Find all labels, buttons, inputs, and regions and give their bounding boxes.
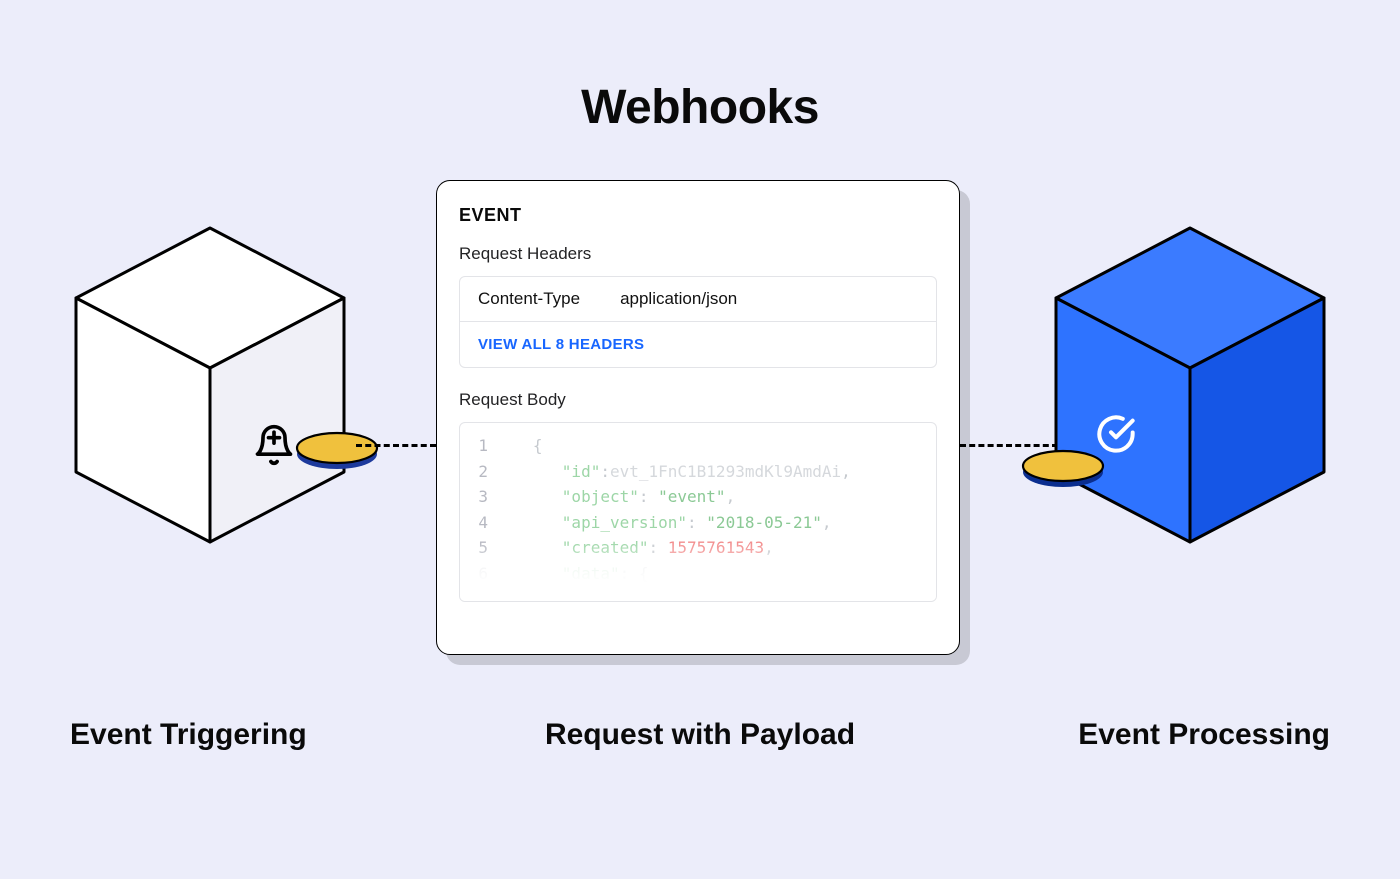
request-body-label: Request Body <box>459 390 937 410</box>
code-token: , <box>841 462 851 481</box>
code-token: "event" <box>658 487 725 506</box>
code-token: : <box>600 462 610 481</box>
request-body-code: 1 { 2 "id":evt_1FnC1B1293mdKl9AmdAi, 3 "… <box>459 422 937 602</box>
header-row: Content-Type application/json <box>460 277 936 322</box>
check-circle-icon <box>1096 414 1136 454</box>
code-token: , <box>726 487 736 506</box>
event-processing-cube <box>1040 220 1340 555</box>
card-heading: EVENT <box>459 205 937 226</box>
payload-card: EVENT Request Headers Content-Type appli… <box>436 180 960 655</box>
request-headers-label: Request Headers <box>459 244 937 264</box>
header-key: Content-Type <box>478 289 580 309</box>
line-number: 4 <box>460 510 504 536</box>
headers-table: Content-Type application/json VIEW ALL 8… <box>459 276 937 368</box>
diagram-title: Webhooks <box>581 80 819 135</box>
line-number: 2 <box>460 459 504 485</box>
view-all-headers-link[interactable]: VIEW ALL 8 HEADERS <box>460 322 936 367</box>
code-token: : <box>639 487 658 506</box>
code-token: { <box>533 436 543 455</box>
code-token: "2018-05-21" <box>706 513 822 532</box>
line-number: 1 <box>460 433 504 459</box>
fade-overlay <box>460 541 936 601</box>
event-triggering-cube <box>60 220 360 555</box>
code-token: evt_1FnC1B1293mdKl9AmdAi <box>610 462 841 481</box>
caption-event-processing: Event Processing <box>1078 718 1330 752</box>
diagram-stage: EVENT Request Headers Content-Type appli… <box>0 180 1400 740</box>
connector-left <box>356 444 436 447</box>
code-token: : <box>687 513 706 532</box>
bell-plus-icon <box>252 423 296 467</box>
code-token: , <box>822 513 832 532</box>
caption-event-triggering: Event Triggering <box>70 718 307 752</box>
line-number: 3 <box>460 484 504 510</box>
code-token: "id" <box>562 462 601 481</box>
code-token: "api_version" <box>562 513 687 532</box>
header-value: application/json <box>620 289 737 309</box>
code-token: "object" <box>562 487 639 506</box>
coin-icon <box>292 428 382 474</box>
coin-icon <box>1018 446 1108 492</box>
caption-request-with-payload: Request with Payload <box>545 718 855 752</box>
